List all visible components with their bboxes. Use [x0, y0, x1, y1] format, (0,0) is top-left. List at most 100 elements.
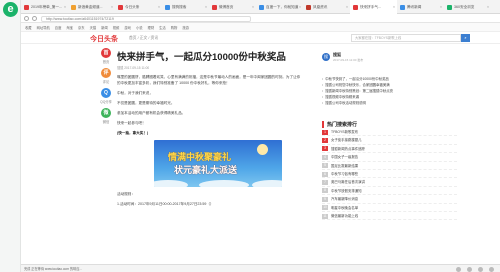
- home-icon[interactable]: 首: [101, 48, 111, 58]
- status-text: 完成 正在等待 www.toutiao.com 的响应...: [24, 267, 83, 271]
- close-tab-icon[interactable]: ×: [393, 0, 395, 14]
- rank-badge: 2: [322, 138, 328, 144]
- search-icon[interactable]: ⌕: [461, 34, 470, 42]
- search-input[interactable]: 大家都在搜：TFBOYS新歌上线: [351, 34, 461, 42]
- favicon-icon: [118, 4, 123, 10]
- hot-search-item[interactable]: 5 国足比赛最新结果: [322, 162, 457, 170]
- hot-search-title: 热门搜索排行: [322, 121, 457, 128]
- zoom-icon[interactable]: [467, 266, 472, 272]
- hot-search-label: 女子徒手接跳楼婴儿: [331, 138, 362, 143]
- hot-search-label: 微信最新功能上线: [331, 213, 359, 218]
- browser-tab[interactable]: 搜狗搜索 ×: [162, 0, 209, 14]
- hot-search-item[interactable]: 11 微信最新功能上线: [322, 212, 457, 221]
- cloud-graphic: [154, 180, 188, 187]
- breadcrumb[interactable]: 首页 / 正文 / 资讯: [129, 36, 158, 41]
- article-body: 快来拼手气，一起瓜分10000份中秋奖品 搜狐 2017-09-15 11:00…: [117, 52, 302, 207]
- wechat-icon[interactable]: 微: [101, 108, 111, 118]
- bookmark-link[interactable]: 网址导航: [37, 25, 50, 30]
- bookmark-link[interactable]: 理财: [148, 25, 155, 30]
- banner-line-1: 情满中秋聚豪礼: [168, 152, 232, 162]
- hot-search-label: 中秋节习俗有哪些: [331, 171, 359, 176]
- hot-search-item[interactable]: 8 中秋节放假安排通知: [322, 187, 457, 196]
- hot-search-item[interactable]: 1 TFBOYS新歌发布: [322, 128, 457, 137]
- close-tab-icon[interactable]: ×: [299, 0, 301, 14]
- close-tab-icon[interactable]: ×: [64, 0, 66, 14]
- hot-search-label: 奥巴马离任后首次演讲: [331, 180, 365, 185]
- side-nav-item[interactable]: Q QQ分享: [96, 88, 116, 108]
- close-tab-icon[interactable]: ×: [205, 0, 207, 14]
- mid-autumn-banner[interactable]: 情满中秋聚豪礼 状元豪礼大派送: [154, 140, 282, 187]
- related-list: • 中秋节快到了，一起瓜分10000份中秋奖品 • 搜狐公司祝您中秋快乐，合家团圆幸福…: [322, 76, 457, 106]
- browser-tab[interactable]: 腾讯新闻 ×: [397, 0, 444, 14]
- side-nav-label: 微信: [102, 120, 110, 124]
- browser-tab[interactable]: 新浪黄金频道... ×: [68, 0, 115, 14]
- favicon-icon: [24, 4, 29, 10]
- bookmark-link[interactable]: 生活: [159, 25, 166, 30]
- site-logo[interactable]: 今日头条: [90, 34, 118, 44]
- browser-tab[interactable]: 微博首页 ×: [209, 0, 256, 14]
- side-nav-item[interactable]: 评评论: [96, 68, 116, 88]
- browser-tab[interactable]: 百度一下，你就知道 ×: [256, 0, 303, 14]
- hot-search-item[interactable]: 2 女子徒手接跳楼婴儿: [322, 136, 457, 145]
- tab-label: 2019年榜单_第一...: [31, 5, 62, 9]
- share-icon[interactable]: Q: [101, 88, 111, 98]
- close-tab-icon[interactable]: ×: [111, 0, 113, 14]
- rank-badge: 6: [322, 171, 328, 177]
- side-nav-item[interactable]: 微微信: [96, 108, 116, 128]
- bookmark-link[interactable]: 小说: [136, 25, 143, 30]
- chat-icon[interactable]: 评: [101, 68, 111, 78]
- side-nav-item[interactable]: 首首页: [96, 48, 116, 68]
- browser-tab[interactable]: 360安全浏览 ×: [444, 0, 491, 14]
- article-rules-heading: 活动规则：: [117, 192, 135, 196]
- bookmark-link[interactable]: 天猫: [90, 25, 97, 30]
- refresh-icon[interactable]: [32, 16, 37, 21]
- bookmark-link[interactable]: 视频: [113, 25, 120, 30]
- hot-search-item[interactable]: 4 中国女子一级报告: [322, 153, 457, 162]
- close-tab-icon[interactable]: ×: [487, 0, 489, 14]
- browser-tab[interactable]: 快来拼手气... ×: [350, 0, 397, 14]
- tab-label: 快来拼手气...: [360, 5, 381, 9]
- browser-tab[interactable]: 凤凰资讯 ×: [303, 0, 350, 14]
- bookmark-link[interactable]: 京东: [78, 25, 85, 30]
- related-item[interactable]: • 搜狐公司中秋活动规则说明: [322, 100, 457, 106]
- hot-search-item[interactable]: 6 中秋节习俗有哪些: [322, 170, 457, 179]
- download-icon[interactable]: [456, 266, 461, 272]
- bookmark-link[interactable]: 收藏: [25, 25, 32, 30]
- menu-icon[interactable]: [489, 266, 494, 272]
- hot-search-item[interactable]: 3 搜狐新闻热点事件追踪: [322, 145, 457, 154]
- bookmark-link[interactable]: 新闻: [101, 25, 108, 30]
- article-bold-line: (快一抽，拿大奖！): [117, 131, 149, 135]
- author-card[interactable]: 搜 搜狐 2017-09-15 11:00 发布: [322, 52, 457, 62]
- hot-search-label: 中国女子一级报告: [331, 155, 359, 160]
- close-tab-icon[interactable]: ×: [346, 0, 348, 14]
- side-nav-label: 首页: [102, 60, 110, 64]
- browser-tab[interactable]: 2019年榜单_第一... ×: [21, 0, 68, 14]
- article-title: 快来拼手气，一起瓜分10000份中秋奖品: [117, 52, 286, 63]
- hot-search-item[interactable]: 10 明星中秋晚会名单: [322, 204, 457, 212]
- bookmark-link[interactable]: 游戏: [124, 25, 131, 30]
- settings-icon[interactable]: [478, 266, 483, 272]
- close-tab-icon[interactable]: ×: [440, 0, 442, 14]
- article-paragraph: 不仅是团圆，更是期待的幸福时光。: [117, 101, 175, 105]
- avatar[interactable]: 搜: [322, 53, 330, 61]
- hot-search-item[interactable]: 9 汽车最新降价消息: [322, 195, 457, 204]
- rank-badge: 8: [322, 188, 328, 194]
- bookmark-link[interactable]: 购物: [171, 25, 178, 30]
- bookmark-link[interactable]: 百度: [55, 25, 62, 30]
- rank-badge: 4: [322, 154, 328, 160]
- back-icon[interactable]: [24, 16, 29, 21]
- favicon-icon: [400, 4, 405, 10]
- browser-tab[interactable]: 今日头条 ×: [115, 0, 162, 14]
- hot-search-label: 汽车最新降价消息: [331, 197, 359, 202]
- close-tab-icon[interactable]: ×: [252, 0, 254, 14]
- bookmark-link[interactable]: 旅游: [182, 25, 189, 30]
- bookmark-link[interactable]: 淘宝: [66, 25, 73, 30]
- tab-label: 微博首页: [219, 5, 234, 9]
- hot-search-item[interactable]: 7 奥巴马离任后首次演讲: [322, 178, 457, 187]
- browser-logo-icon[interactable]: e: [3, 2, 18, 17]
- url-input[interactable]: http://www.toutiao.com/a6401151974/72119: [41, 15, 251, 22]
- close-tab-icon[interactable]: ×: [158, 0, 160, 14]
- favicon-icon: [353, 4, 358, 10]
- article-rules-time: 1.活动时间：2017年9月11日00:00-2017年9月27日23:59（）: [117, 202, 214, 206]
- browser-sidebar: e: [0, 0, 21, 272]
